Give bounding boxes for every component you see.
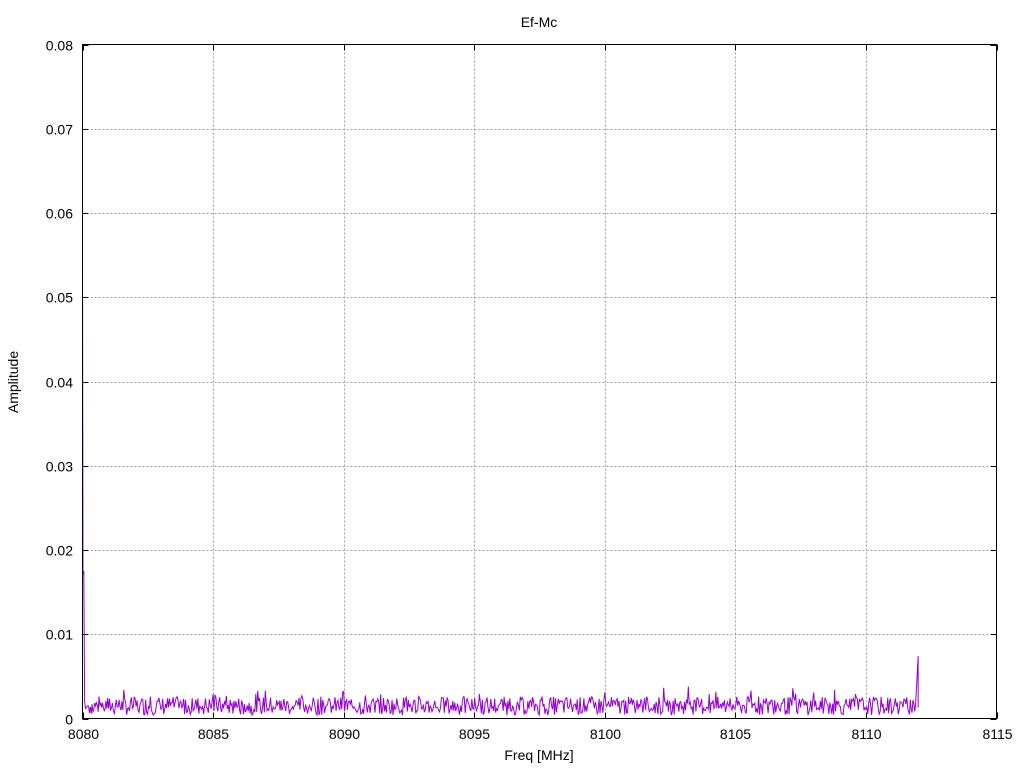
- y-tick-label: 0: [65, 712, 73, 728]
- y-axis-label: Amplitude: [5, 351, 21, 413]
- y-tick-labels: 0 0.01 0.02 0.03 0.04 0.05 0.06 0.07 0.08: [46, 38, 73, 728]
- x-tick-label: 8085: [198, 726, 229, 742]
- x-tick-label: 8090: [329, 726, 360, 742]
- x-tick-label: 8115: [982, 726, 1012, 742]
- chart-title: Ef-Mc: [521, 14, 558, 30]
- x-tick-label: 8105: [720, 726, 751, 742]
- x-tick-label: 8095: [459, 726, 490, 742]
- x-tick-label: 8110: [851, 726, 881, 742]
- chart: 8080 8085 8090 8095 8100 8105 8110 8115 0 0.01 0.…: [5, 14, 1013, 763]
- plot-frame: [82, 44, 997, 719]
- x-axis-label: Freq [MHz]: [504, 747, 573, 763]
- series-line: [82, 263, 919, 717]
- y-tick-label: 0.07: [46, 122, 73, 138]
- x-tick-label: 8100: [590, 726, 621, 742]
- y-tick-label: 0.08: [46, 38, 73, 54]
- x-tick-labels: 8080 8085 8090 8095 8100 8105 8110 8115: [68, 726, 1013, 742]
- y-tick-label: 0.03: [46, 459, 73, 475]
- y-tick-label: 0.02: [46, 543, 73, 559]
- x-tick-label: 8080: [68, 726, 99, 742]
- grid-lines: [82, 44, 997, 719]
- y-tick-label: 0.05: [46, 290, 73, 306]
- y-tick-label: 0.01: [46, 627, 73, 643]
- y-tick-label: 0.06: [46, 206, 73, 222]
- y-tick-label: 0.04: [46, 375, 73, 391]
